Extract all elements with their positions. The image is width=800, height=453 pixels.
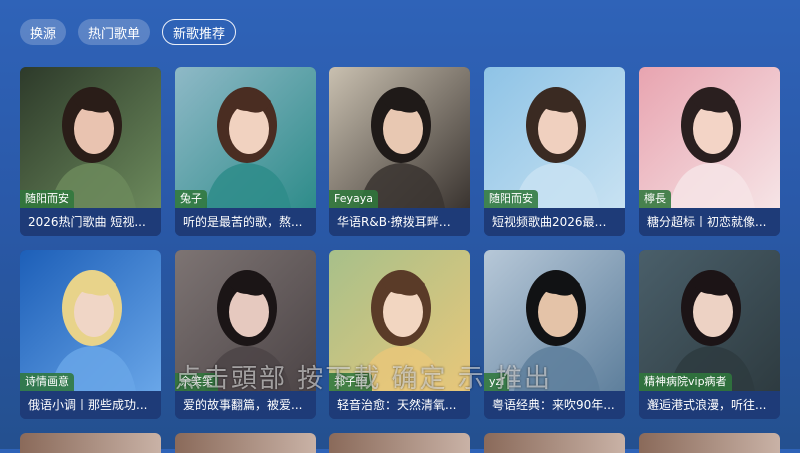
tab-new-songs[interactable]: 新歌推荐 [162,19,237,45]
playlist-cover-image: Feyaya [329,67,470,208]
playlist-creator-tag: 余笑笑 [175,373,218,391]
playlist-creator-tag: 随阳而安 [484,190,538,208]
playlist-card-partial[interactable] [175,433,316,453]
playlist-creator-tag: 檸長 [639,190,671,208]
playlist-card[interactable]: yzl 粤语经典：来吹90年... [484,250,625,419]
playlist-card[interactable]: 诗情画意 俄语小调丨那些成功... [20,250,161,419]
tab-switch-source[interactable]: 换源 [20,19,67,45]
playlist-cover-image: 郑子怡 [329,250,470,391]
playlist-creator-tag: 兔子 [175,190,207,208]
playlist-card[interactable]: 随阳而安 2026热门歌曲 短视... [20,67,161,236]
playlist-cover-image: 檸長 [639,67,780,208]
playlist-title: 听的是最苦的歌，熬... [175,208,316,236]
playlist-card-partial[interactable] [20,433,161,453]
tab-hot-playlists[interactable]: 热门歌单 [78,19,151,45]
playlist-card[interactable]: 余笑笑 爱的故事翻篇，被爱... [175,250,316,419]
playlist-cover-image: 余笑笑 [175,250,316,391]
playlist-title: 邂逅港式浪漫，听往... [639,391,780,419]
playlist-cover-image: 诗情画意 [20,250,161,391]
playlist-creator-tag: yzl [484,373,510,391]
playlist-cover-image: 随阳而安 [484,67,625,208]
playlist-creator-tag: Feyaya [329,190,378,208]
playlist-creator-tag: 诗情画意 [20,373,74,391]
playlist-creator-tag: 随阳而安 [20,190,74,208]
playlist-cover-image: 精神病院vip病者 [639,250,780,391]
playlist-card-partial[interactable] [329,433,470,453]
playlist-card-partial[interactable] [639,433,780,453]
playlist-title: 俄语小调丨那些成功... [20,391,161,419]
playlist-card[interactable]: 檸長 糖分超标丨初恋就像... [639,67,780,236]
playlist-card-partial[interactable] [484,433,625,453]
playlist-creator-tag: 精神病院vip病者 [639,373,732,391]
playlist-title: 轻音治愈：天然清氧... [329,391,470,419]
playlist-title: 短视频歌曲2026最火... [484,208,625,236]
playlist-title: 糖分超标丨初恋就像... [639,208,780,236]
playlist-creator-tag: 郑子怡 [329,373,372,391]
playlist-title: 华语R&B·撩拨耳畔的... [329,208,470,236]
playlist-cover-image: 随阳而安 [20,67,161,208]
playlist-card[interactable]: 兔子 听的是最苦的歌，熬... [175,67,316,236]
source-tab-bar: 换源 热门歌单 新歌推荐 [20,19,237,45]
playlist-title: 2026热门歌曲 短视... [20,208,161,236]
playlist-card[interactable]: 随阳而安 短视频歌曲2026最火... [484,67,625,236]
playlist-title: 粤语经典：来吹90年... [484,391,625,419]
playlist-cover-image: yzl [484,250,625,391]
playlist-card[interactable]: 精神病院vip病者 邂逅港式浪漫，听往... [639,250,780,419]
playlist-card[interactable]: Feyaya 华语R&B·撩拨耳畔的... [329,67,470,236]
playlist-title: 爱的故事翻篇，被爱... [175,391,316,419]
playlist-card[interactable]: 郑子怡 轻音治愈：天然清氧... [329,250,470,419]
playlist-cover-image: 兔子 [175,67,316,208]
